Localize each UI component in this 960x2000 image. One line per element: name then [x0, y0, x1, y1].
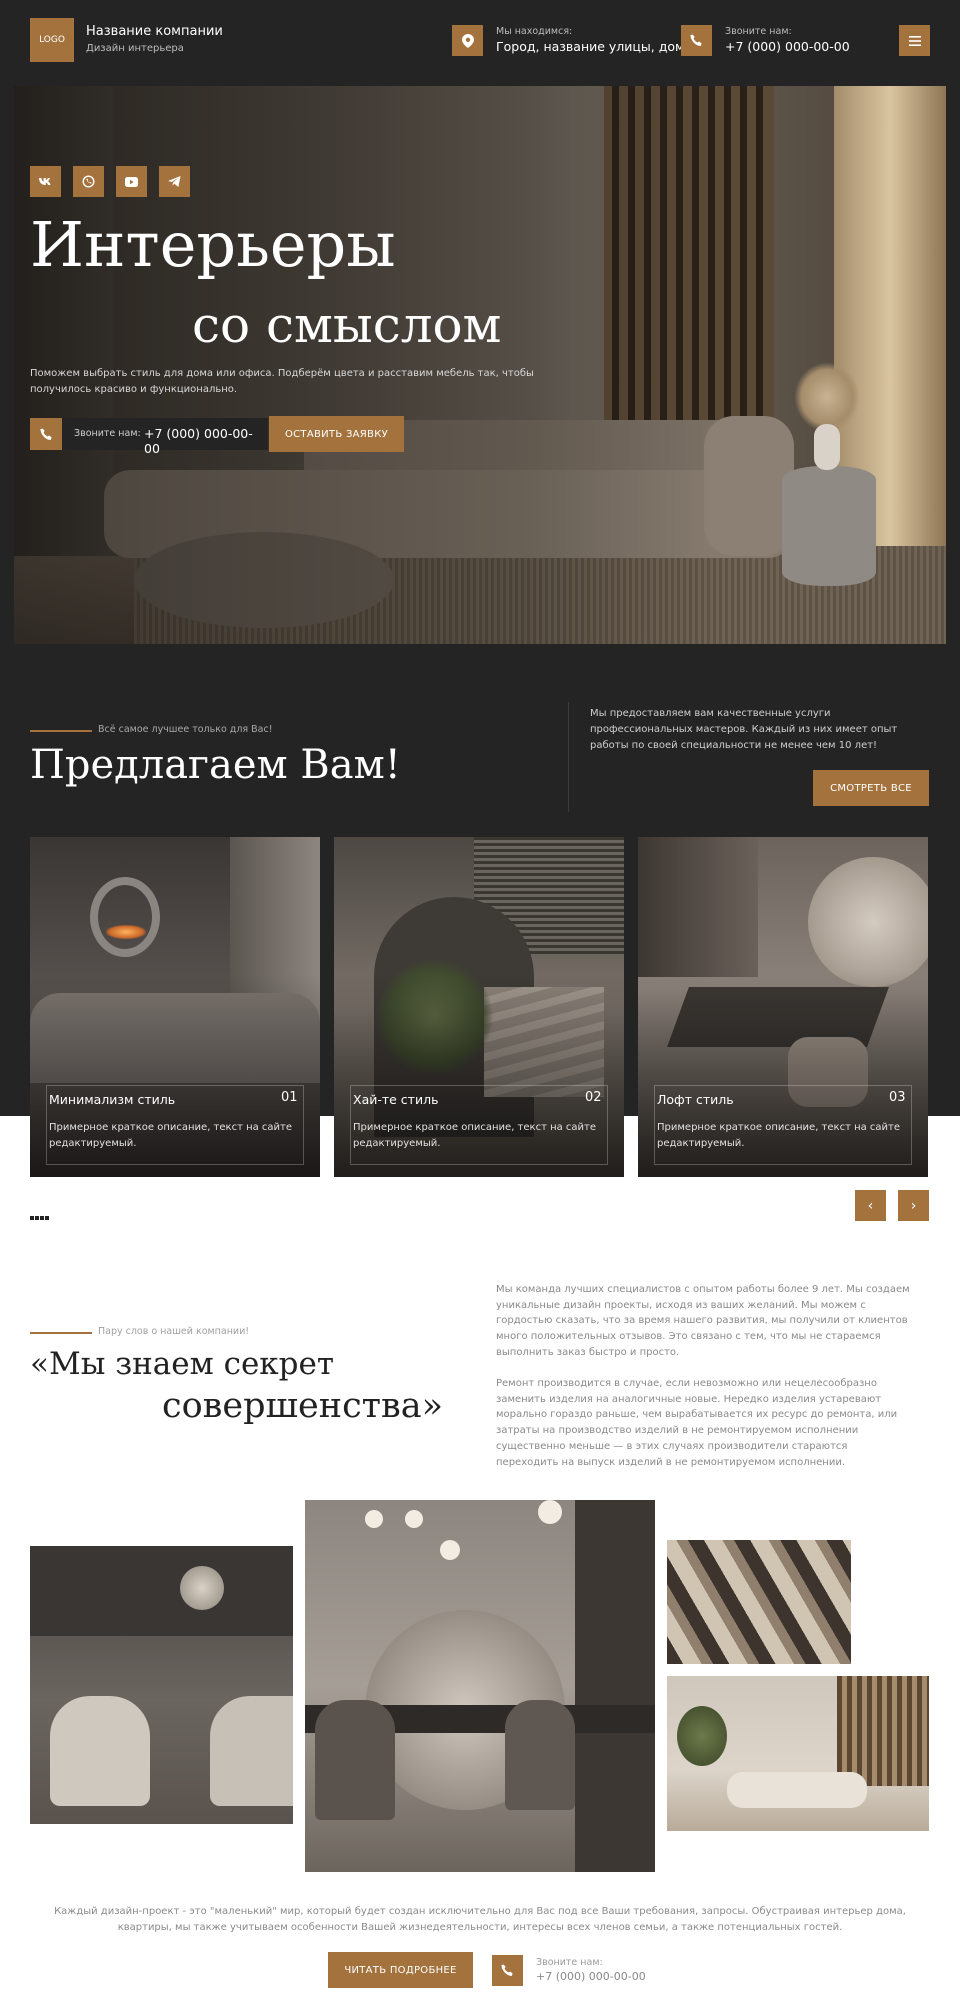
card-title: Лофт стиль	[657, 1092, 734, 1107]
youtube-icon[interactable]	[116, 166, 147, 197]
section-divider	[568, 702, 569, 812]
offer-description: Мы предоставляем вам качественные услуги…	[590, 708, 898, 751]
armchair	[50, 1696, 150, 1806]
pendant-lamp	[180, 1566, 224, 1610]
gallery-photo[interactable]	[30, 1546, 293, 1824]
card-number: 02	[585, 1090, 602, 1105]
hero-overlay	[14, 86, 946, 644]
card-title: Хай-те стиль	[353, 1092, 439, 1107]
hero-title-line1: Интерьеры	[30, 208, 396, 281]
next-arrow-button[interactable]: ›	[898, 1190, 929, 1221]
service-card[interactable]: Хай-те стиль 02 Примерное краткое описан…	[334, 837, 624, 1177]
hero-title-line2: со смыслом	[192, 296, 502, 354]
gallery-photo[interactable]	[667, 1676, 929, 1831]
about-title-line1: «Мы знаем секрет	[30, 1346, 335, 1382]
location-label: Мы находимся:	[496, 26, 573, 37]
armchair	[210, 1696, 293, 1806]
phone-icon[interactable]	[492, 1955, 523, 1986]
plant	[677, 1706, 727, 1766]
about-paragraph: Мы команда лучших специалистов с опытом …	[496, 1284, 910, 1358]
footer-phone-label: Звоните нам:	[536, 1957, 603, 1968]
card-info: Лофт стиль 03 Примерное краткое описание…	[654, 1085, 912, 1165]
about-paragraph: Ремонт производится в случае, если невоз…	[496, 1378, 898, 1468]
phone-value[interactable]: +7 (000) 000-00-00	[725, 39, 850, 54]
card-info: Минимализм стиль 01 Примерное краткое оп…	[46, 1085, 304, 1165]
leave-request-button[interactable]: ОСТАВИТЬ ЗАЯВКУ	[269, 416, 404, 452]
hero-call-label: Звоните нам:	[74, 428, 141, 439]
card-description: Примерное краткое описание, текст на сай…	[49, 1122, 293, 1149]
chair	[505, 1700, 575, 1810]
vk-icon[interactable]	[30, 166, 61, 197]
company-name: Название компании	[86, 24, 223, 39]
card-description: Примерное краткое описание, текст на сай…	[657, 1122, 901, 1149]
footer-phone-value[interactable]: +7 (000) 000-00-00	[536, 1970, 646, 1983]
menu-icon[interactable]	[899, 25, 930, 56]
prev-arrow-button[interactable]: ‹	[855, 1190, 886, 1221]
company-subtitle: Дизайн интерьера	[86, 43, 184, 54]
offer-eyebrow: Всё самое лучшее только для Вас!	[98, 724, 273, 735]
see-all-button[interactable]: СМОТРЕТЬ ВСЕ	[813, 770, 929, 806]
read-more-button[interactable]: ЧИТАТЬ ПОДРОБНЕЕ	[328, 1952, 473, 1988]
phone-icon	[30, 418, 62, 450]
pendant-lamp	[365, 1510, 383, 1528]
hero-banner	[14, 86, 946, 644]
gallery-photo[interactable]	[305, 1500, 655, 1872]
sofa	[727, 1772, 867, 1808]
card-info: Хай-те стиль 02 Примерное краткое описан…	[350, 1085, 608, 1165]
card-description: Примерное краткое описание, текст на сай…	[353, 1122, 597, 1149]
phone-label: Звоните нам:	[725, 26, 792, 37]
card-title: Минимализм стиль	[49, 1092, 176, 1107]
hero-call-phone[interactable]: +7 (000) 000-00-00	[144, 426, 268, 456]
eyebrow-line	[30, 730, 92, 732]
service-card[interactable]: Лофт стиль 03 Примерное краткое описание…	[638, 837, 928, 1177]
logo[interactable]: LOGO	[30, 18, 74, 62]
footer-description: Каждый дизайн-проект - это "маленький" м…	[54, 1906, 906, 1933]
chair	[315, 1700, 395, 1820]
hero-description: Поможем выбрать стиль для дома или офиса…	[30, 368, 534, 395]
card-number: 03	[889, 1090, 906, 1105]
location-value: Город, название улицы, дом	[496, 39, 685, 54]
about-title-line2: совершенства»	[162, 1386, 444, 1426]
gallery-photo[interactable]	[667, 1540, 851, 1664]
hero-call-box[interactable]: Звоните нам: +7 (000) 000-00-00	[30, 418, 268, 456]
eyebrow-line	[30, 1332, 92, 1334]
offer-title: Предлагаем Вам!	[30, 742, 401, 788]
telegram-icon[interactable]	[159, 166, 190, 197]
service-card[interactable]: Минимализм стиль 01 Примерное краткое оп…	[30, 837, 320, 1177]
whatsapp-icon[interactable]	[73, 166, 104, 197]
phone-icon[interactable]	[681, 25, 712, 56]
card-number: 01	[281, 1090, 298, 1105]
about-eyebrow: Пару слов о нашей компании!	[98, 1326, 250, 1337]
slider-dots	[30, 1216, 50, 1220]
location-pin-icon	[452, 25, 483, 56]
